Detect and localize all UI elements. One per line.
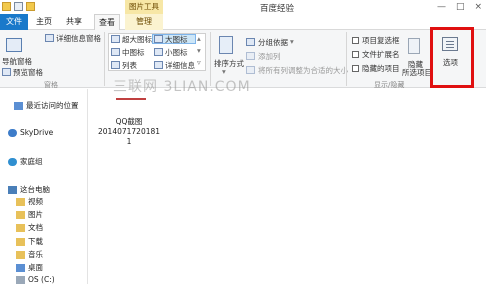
nav-item-label: 桌面 (28, 263, 43, 272)
picture-tools-context-title: 图片工具 (125, 0, 163, 14)
hide-selected-items-icon[interactable] (408, 38, 420, 54)
ribbon-separator (346, 32, 347, 86)
downloads-folder-icon (16, 237, 25, 246)
navigation-pane-icon[interactable] (6, 38, 22, 52)
small-icons-option[interactable]: 小图标 (165, 47, 188, 58)
extra-large-icons-icon (111, 35, 120, 43)
nav-item-label: 文档 (28, 223, 43, 232)
details-pane-icon (45, 34, 54, 42)
nav-item-os-drive[interactable]: OS (C:) (16, 275, 55, 284)
nav-item-label: SkyDrive (20, 128, 54, 137)
group-by-icon (246, 38, 255, 46)
medium-icons-icon (111, 48, 120, 56)
size-all-columns-button[interactable]: 将所有列调整为合适的大小 (258, 65, 348, 76)
quick-access-toolbar (2, 2, 35, 11)
folder-icon[interactable] (2, 2, 11, 11)
minimize-button[interactable]: — (437, 2, 446, 12)
computer-icon (8, 185, 17, 194)
documents-folder-icon (16, 223, 25, 232)
nav-item-skydrive[interactable]: SkyDrive (8, 128, 53, 137)
medium-icons-option[interactable]: 中图标 (122, 47, 145, 58)
nav-item-label: 这台电脑 (20, 185, 50, 194)
navigation-pane-button[interactable]: 导航窗格 (2, 56, 32, 67)
close-button[interactable]: × (474, 2, 482, 12)
file-extensions-label: 文件扩展名 (362, 50, 400, 59)
list-icon (111, 61, 120, 69)
large-icons-option[interactable]: 大图标 (165, 34, 188, 45)
tab-view[interactable]: 查看 (94, 14, 120, 31)
hide-selected-label-2[interactable]: 所选项目 (402, 67, 432, 78)
ribbon-tabs: 文件 主页 共享 查看 管理 (0, 14, 486, 31)
size-all-columns-icon (246, 66, 255, 74)
tab-file[interactable]: 文件 (0, 14, 28, 30)
nav-item-desktop[interactable]: 桌面 (16, 262, 43, 273)
preview-pane-button[interactable]: 预览窗格 (13, 67, 43, 78)
homegroup-icon (8, 157, 17, 166)
group-by-dropdown-icon[interactable]: ▾ (290, 37, 294, 46)
nav-item-label: 视频 (28, 197, 43, 206)
item-checkboxes-label: 项目复选框 (362, 36, 400, 45)
add-columns-button[interactable]: 添加列 (258, 51, 281, 62)
nav-item-label: 最近访问的位置 (26, 101, 79, 110)
recent-places-icon (14, 101, 23, 110)
tab-home[interactable]: 主页 (32, 14, 56, 30)
list-option[interactable]: 列表 (122, 60, 137, 71)
nav-item-label: 音乐 (28, 250, 43, 259)
nav-item-label: 下载 (28, 237, 43, 246)
new-folder-icon[interactable] (26, 2, 35, 11)
window-title: 百度经验 (260, 4, 295, 14)
nav-item-label: 家庭组 (20, 157, 43, 166)
nav-item-this-pc[interactable]: 这台电脑 (8, 184, 50, 195)
options-highlight-box (430, 27, 474, 88)
tab-share[interactable]: 共享 (62, 14, 86, 30)
small-icons-icon (154, 48, 163, 56)
extra-large-icons-option[interactable]: 超大图标 (122, 34, 152, 45)
properties-icon[interactable] (14, 2, 23, 11)
add-columns-icon (246, 52, 255, 60)
music-folder-icon (16, 250, 25, 259)
file-name-line: 2014071720181 (98, 127, 161, 136)
item-checkboxes-checkbox[interactable] (352, 37, 359, 44)
title-bar (0, 0, 486, 14)
nav-item-label: 图片 (28, 210, 43, 219)
file-name-line: QQ截图 (115, 117, 143, 126)
hidden-items-label: 隐藏的项目 (362, 64, 400, 73)
sort-by-icon[interactable] (219, 36, 233, 54)
group-by-button[interactable]: 分组依据 (258, 37, 288, 48)
show-hide-group-label: 显示/隐藏 (374, 81, 405, 89)
maximize-button[interactable]: □ (456, 2, 465, 12)
image-file-thumbnail[interactable] (116, 92, 146, 100)
file-name[interactable]: QQ截图 2014071720181 1 (98, 117, 160, 147)
large-icons-icon (154, 35, 163, 43)
sort-by-dropdown-icon[interactable]: ▾ (222, 67, 226, 76)
nav-item-downloads[interactable]: 下载 (16, 236, 43, 247)
desktop-folder-icon (16, 263, 25, 272)
file-name-line: 1 (126, 137, 132, 146)
nav-item-videos[interactable]: 视频 (16, 196, 43, 207)
cloud-icon (8, 128, 17, 137)
gallery-scroll-down-icon[interactable]: ▾ (197, 46, 201, 55)
gallery-expand-icon[interactable]: ▿ (197, 58, 201, 67)
preview-pane-icon (2, 68, 11, 76)
nav-item-music[interactable]: 音乐 (16, 249, 43, 260)
details-icon (154, 61, 163, 69)
nav-item-homegroup[interactable]: 家庭组 (8, 156, 43, 167)
sort-by-button[interactable]: 排序方式 (214, 58, 244, 69)
nav-item-documents[interactable]: 文档 (16, 222, 43, 233)
nav-item-recent[interactable]: 最近访问的位置 (14, 100, 79, 111)
pictures-folder-icon (16, 210, 25, 219)
nav-item-pictures[interactable]: 图片 (16, 209, 43, 220)
nav-item-label: OS (C:) (28, 275, 55, 284)
hidden-items-checkbox[interactable] (352, 65, 359, 72)
window-controls: — □ × (437, 2, 482, 12)
drive-icon (16, 275, 25, 284)
details-option[interactable]: 详细信息 (165, 60, 195, 71)
videos-folder-icon (16, 197, 25, 206)
ribbon-separator (104, 32, 105, 86)
tab-manage[interactable]: 管理 (125, 14, 163, 30)
gallery-scroll-up-icon[interactable]: ▴ (197, 34, 201, 43)
details-pane-button[interactable]: 详细信息窗格 (56, 33, 101, 44)
file-extensions-checkbox[interactable] (352, 51, 359, 58)
